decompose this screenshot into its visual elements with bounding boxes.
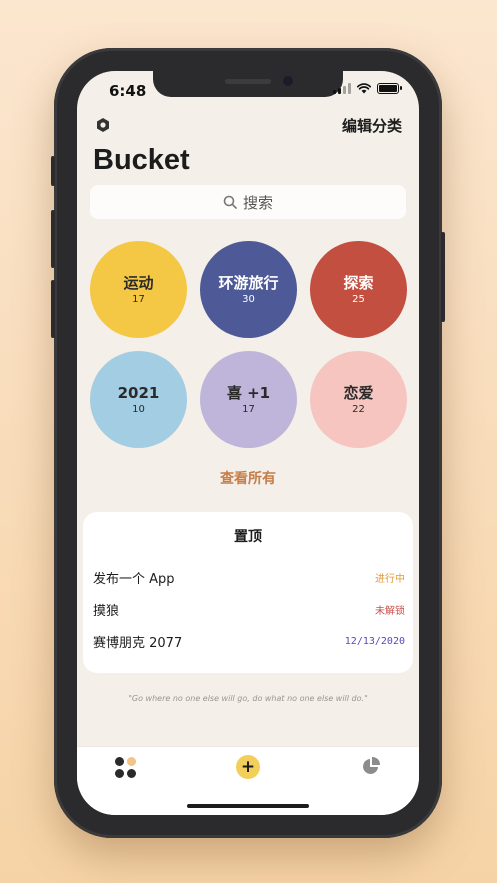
wifi-icon xyxy=(357,83,371,94)
category-circle-travel[interactable]: 环游旅行 30 xyxy=(200,241,297,338)
category-count: 17 xyxy=(242,404,255,415)
pinned-row[interactable]: 赛博朋克 2077 12/13/2020 xyxy=(93,632,405,651)
battery-icon xyxy=(377,83,402,94)
speaker xyxy=(225,79,271,84)
pie-chart-icon[interactable] xyxy=(361,756,381,776)
home-indicator xyxy=(187,804,309,808)
category-count: 10 xyxy=(132,404,145,415)
category-name: 环游旅行 xyxy=(218,274,279,292)
category-name: 喜 +1 xyxy=(226,384,271,402)
camera xyxy=(283,76,293,86)
pinned-item-status: 未解锁 xyxy=(375,606,405,617)
tab-bar: + xyxy=(77,746,419,815)
search-icon xyxy=(223,195,237,209)
power-button xyxy=(441,232,445,322)
status-time: 6:48 xyxy=(109,82,147,100)
status-icons xyxy=(333,83,402,94)
pinned-item-name: 发布一个 App xyxy=(93,572,175,587)
page-title: Bucket xyxy=(93,144,190,176)
add-button[interactable]: + xyxy=(236,755,260,779)
volume-up-button xyxy=(51,210,55,268)
category-count: 30 xyxy=(242,294,255,305)
pinned-item-date: 12/13/2020 xyxy=(344,636,405,647)
pinned-title: 置顶 xyxy=(234,529,262,545)
category-circle-joy[interactable]: 喜 +1 17 xyxy=(200,351,297,448)
category-count: 22 xyxy=(352,404,365,415)
category-circle-2021[interactable]: 2021 10 xyxy=(90,351,187,448)
category-name: 恋爱 xyxy=(343,384,374,402)
mute-switch xyxy=(51,156,55,186)
signal-icon xyxy=(333,83,351,94)
search-placeholder: 搜索 xyxy=(242,193,273,212)
see-all-link[interactable]: 查看所有 xyxy=(77,468,419,488)
search-bar[interactable]: 搜索 xyxy=(90,185,406,219)
category-count: 17 xyxy=(132,294,145,305)
category-count: 25 xyxy=(352,294,365,305)
pinned-row[interactable]: 发布一个 App 进行中 xyxy=(93,568,405,587)
pinned-card: 置顶 发布一个 App 进行中 摸狼 未解锁 赛博朋克 2077 12/13/2… xyxy=(83,512,413,673)
motto-quote: "Go where no one else will go, do what n… xyxy=(128,694,368,703)
category-name: 运动 xyxy=(123,274,154,292)
category-circle-love[interactable]: 恋爱 22 xyxy=(310,351,407,448)
volume-down-button xyxy=(51,280,55,338)
edit-categories-button[interactable]: 编辑分类 xyxy=(342,115,402,136)
category-name: 探索 xyxy=(343,274,374,292)
pinned-item-status: 进行中 xyxy=(375,574,405,585)
hexagon-settings-icon[interactable] xyxy=(95,117,111,133)
notch xyxy=(153,71,343,97)
category-name: 2021 xyxy=(117,384,160,402)
category-circle-explore[interactable]: 探索 25 xyxy=(310,241,407,338)
category-circle-sports[interactable]: 运动 17 xyxy=(90,241,187,338)
app-screen: 6:48 编辑分类 Bucket 搜索 运动 17 环游旅行 30 探索 25 … xyxy=(77,71,419,815)
phone-frame: 6:48 编辑分类 Bucket 搜索 运动 17 环游旅行 30 探索 25 … xyxy=(51,48,445,838)
pinned-row[interactable]: 摸狼 未解锁 xyxy=(93,600,405,619)
pinned-item-name: 赛博朋克 2077 xyxy=(93,636,183,651)
grid-dots-icon[interactable] xyxy=(115,757,137,779)
pinned-item-name: 摸狼 xyxy=(93,604,120,619)
